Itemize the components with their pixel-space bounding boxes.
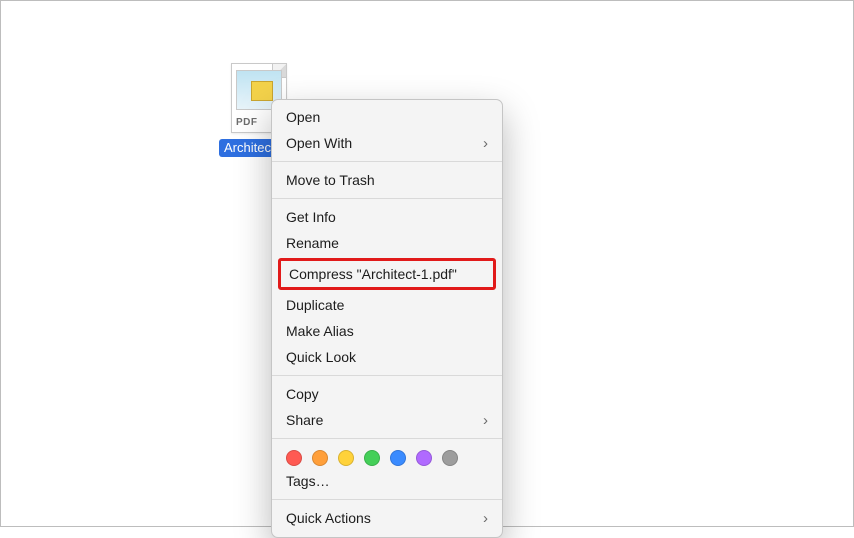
menu-duplicate[interactable]: Duplicate xyxy=(272,292,502,318)
menu-quick-actions-label: Quick Actions xyxy=(286,508,371,528)
menu-share-label: Share xyxy=(286,410,323,430)
menu-quick-look[interactable]: Quick Look xyxy=(272,344,502,370)
menu-share[interactable]: Share › xyxy=(272,407,502,433)
menu-duplicate-label: Duplicate xyxy=(286,295,344,315)
menu-open[interactable]: Open xyxy=(272,104,502,130)
menu-separator xyxy=(272,198,502,199)
menu-make-alias-label: Make Alias xyxy=(286,321,354,341)
tag-gray[interactable] xyxy=(442,450,458,466)
menu-rename[interactable]: Rename xyxy=(272,230,502,256)
pdf-badge: PDF xyxy=(236,117,258,128)
menu-separator xyxy=(272,375,502,376)
chevron-right-icon: › xyxy=(483,136,488,151)
tag-yellow[interactable] xyxy=(338,450,354,466)
menu-move-to-trash-label: Move to Trash xyxy=(286,170,375,190)
tag-purple[interactable] xyxy=(416,450,432,466)
menu-quick-look-label: Quick Look xyxy=(286,347,356,367)
menu-move-to-trash[interactable]: Move to Trash xyxy=(272,167,502,193)
menu-copy-label: Copy xyxy=(286,384,319,404)
menu-separator xyxy=(272,438,502,439)
menu-quick-actions[interactable]: Quick Actions › xyxy=(272,505,502,531)
chevron-right-icon: › xyxy=(483,413,488,428)
menu-get-info[interactable]: Get Info xyxy=(272,204,502,230)
tag-orange[interactable] xyxy=(312,450,328,466)
menu-rename-label: Rename xyxy=(286,233,339,253)
menu-compress[interactable]: Compress "Architect-1.pdf" xyxy=(278,258,496,290)
tag-color-row xyxy=(272,444,502,468)
menu-copy[interactable]: Copy xyxy=(272,381,502,407)
menu-separator xyxy=(272,499,502,500)
context-menu: Open Open With › Move to Trash Get Info … xyxy=(271,99,503,538)
tag-green[interactable] xyxy=(364,450,380,466)
menu-tags[interactable]: Tags… xyxy=(272,468,502,494)
tag-red[interactable] xyxy=(286,450,302,466)
menu-open-with-label: Open With xyxy=(286,133,352,153)
menu-open-with[interactable]: Open With › xyxy=(272,130,502,156)
menu-compress-label: Compress "Architect-1.pdf" xyxy=(289,264,457,284)
chevron-right-icon: › xyxy=(483,511,488,526)
menu-separator xyxy=(272,161,502,162)
tag-blue[interactable] xyxy=(390,450,406,466)
menu-get-info-label: Get Info xyxy=(286,207,336,227)
menu-make-alias[interactable]: Make Alias xyxy=(272,318,502,344)
menu-tags-label: Tags… xyxy=(286,471,330,491)
menu-open-label: Open xyxy=(286,107,320,127)
